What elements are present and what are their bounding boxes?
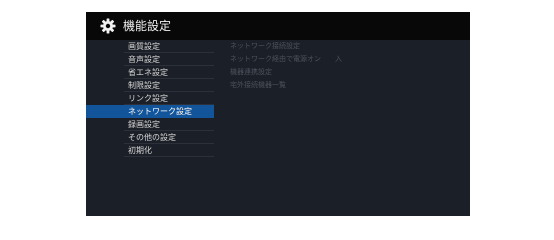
page-title: 機能設定 [123, 19, 172, 33]
menu-item-picture[interactable]: 画質設定 [86, 40, 214, 53]
menu-item-audio[interactable]: 音声設定 [86, 53, 214, 66]
title-bar: 機能設定 [86, 12, 470, 40]
divider [124, 156, 214, 157]
menu-item-recording[interactable]: 録画設定 [86, 118, 214, 131]
menu-item-initialize[interactable]: 初期化 [86, 144, 214, 157]
submenu-item-network-power-on[interactable]: ネットワーク経由で電源オン 入 [230, 53, 342, 66]
menu-item-restriction[interactable]: 制限設定 [86, 79, 214, 92]
menu-item-label: ネットワーク設定 [128, 107, 192, 116]
submenu-item-network-connection[interactable]: ネットワーク接続設定 [230, 40, 300, 53]
menu-item-network[interactable]: ネットワーク設定 [86, 105, 214, 118]
menu-item-link[interactable]: リンク設定 [86, 92, 214, 105]
submenu-item-remote-devices[interactable]: 宅外接続機器一覧 [230, 79, 286, 92]
menu-item-other[interactable]: その他の設定 [86, 131, 214, 144]
submenu-item-device-link[interactable]: 機器連携設定 [230, 66, 272, 79]
gear-icon [100, 18, 116, 34]
menu-item-power-saving[interactable]: 省エネ設定 [86, 66, 214, 79]
tv-settings-screen: 機能設定 画質設定 音声設定 省エネ設定 制限設定 リンク設定 ネットワーク設定… [86, 12, 470, 216]
